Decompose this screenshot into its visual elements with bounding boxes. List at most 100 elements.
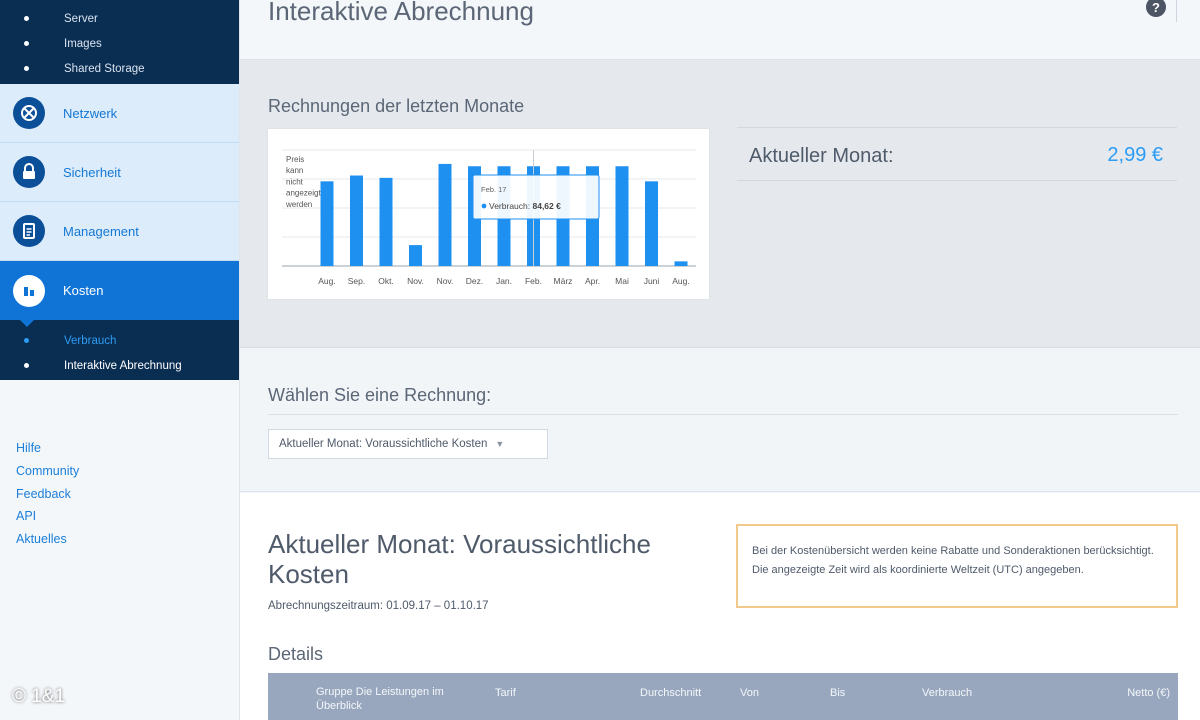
network-icon xyxy=(13,97,45,129)
server-submenu: Server Images Shared Storage xyxy=(0,0,239,84)
x-tick-label: Aug. xyxy=(318,276,336,286)
chart-bar xyxy=(379,177,393,266)
page-header: Interaktive Abrechnung ? xyxy=(240,0,1200,60)
tooltip-value: 84,62 € xyxy=(532,201,561,211)
caret-icon xyxy=(20,320,34,327)
submenu-label: Server xyxy=(64,12,98,25)
submenu-label: Images xyxy=(64,37,102,50)
sidebar-item-management[interactable]: Management xyxy=(0,202,239,261)
link-aktuelles[interactable]: Aktuelles xyxy=(16,528,79,551)
submenu-item-images[interactable]: Images xyxy=(0,31,239,56)
submenu-label: Interaktive Abrechnung xyxy=(64,359,182,372)
chart-bar xyxy=(615,166,629,266)
sidebar: Server Images Shared Storage Netzwerk Si… xyxy=(0,0,240,720)
chart-note-text: kann xyxy=(286,166,303,175)
x-tick-label: Jan. xyxy=(496,276,512,286)
page-title: Interaktive Abrechnung xyxy=(268,0,534,26)
chevron-down-icon: ▼ xyxy=(495,439,505,449)
chart-note-text: angezeigt xyxy=(286,189,321,198)
x-tick-label: Apr. xyxy=(585,276,600,286)
link-api[interactable]: API xyxy=(16,505,79,528)
tooltip-box xyxy=(472,174,600,220)
current-month-label: Aktueller Monat: xyxy=(749,145,894,167)
x-tick-label: Aug. xyxy=(672,276,690,286)
current-month-value: 2,99 € xyxy=(1107,144,1163,166)
column-header-tarif[interactable]: Tarif xyxy=(495,687,516,699)
help-icon[interactable]: ? xyxy=(1146,0,1166,17)
bullet-icon xyxy=(24,338,29,343)
x-tick-label: Nov. xyxy=(407,276,424,286)
invoice-select[interactable]: Aktueller Monat: Voraussichtliche Kosten… xyxy=(268,429,548,459)
sidebar-item-netzwerk[interactable]: Netzwerk xyxy=(0,84,239,143)
invoice-select-section: Wählen Sie eine Rechnung: Aktueller Mona… xyxy=(240,349,1200,492)
invoice-select-heading: Wählen Sie eine Rechnung: xyxy=(268,385,492,405)
bar-chart: Preis kann nicht angezeigt werden Aug. Sep. Okt… xyxy=(282,149,696,286)
link-feedback[interactable]: Feedback xyxy=(16,483,79,506)
sidebar-item-sicherheit[interactable]: Sicherheit xyxy=(0,143,239,202)
sidebar-item-label: Kosten xyxy=(63,283,104,298)
clipboard-icon xyxy=(13,215,45,247)
submenu-label: Shared Storage xyxy=(64,62,145,75)
details-table-header: Gruppe Die Leistungen im Überblick Tarif… xyxy=(268,673,1178,720)
link-community[interactable]: Community xyxy=(16,460,79,483)
submenu-item-verbrauch[interactable]: Verbrauch xyxy=(0,328,239,353)
chart-bar xyxy=(350,175,363,266)
x-tick-label: Juni xyxy=(644,276,660,286)
tooltip-series: Verbrauch: 84,62 € xyxy=(489,201,561,211)
bullet-icon xyxy=(24,66,29,71)
divider xyxy=(1176,0,1177,22)
x-tick-label: Feb. xyxy=(525,276,542,286)
chart-heading: Rechnungen der letzten Monate xyxy=(268,96,525,116)
chart-note-text: Preis xyxy=(286,155,304,164)
info-notice: Bei der Kostenübersicht werden keine Rab… xyxy=(736,524,1178,608)
sidebar-item-label: Sicherheit xyxy=(63,164,121,180)
x-tick-label: März xyxy=(554,276,573,286)
footer-links: Hilfe Community Feedback API Aktuelles xyxy=(16,437,79,551)
column-header-gruppe[interactable]: Gruppe Die Leistungen im Überblick xyxy=(316,685,476,713)
column-header-bis[interactable]: Bis xyxy=(830,687,845,699)
costs-icon xyxy=(13,274,45,307)
chart-bar xyxy=(409,245,422,266)
column-header-durchschnitt[interactable]: Durchschnitt xyxy=(640,687,701,699)
chart-note-text: werden xyxy=(285,200,312,209)
main-content: Interaktive Abrechnung ? Rechnungen der … xyxy=(240,0,1200,720)
x-tick-label: Nov. xyxy=(437,276,454,286)
x-tick-label: Dez. xyxy=(466,276,483,286)
column-header-netto[interactable]: Netto (€) xyxy=(1127,687,1170,699)
chart-card: Preis kann nicht angezeigt werden Aug. Sep. Okt… xyxy=(268,129,709,299)
bullet-icon xyxy=(24,41,29,46)
column-header-verbrauch[interactable]: Verbrauch xyxy=(922,687,972,699)
chart-bar xyxy=(438,163,452,266)
x-tick-label: Mai xyxy=(615,276,629,286)
chart-section: Rechnungen der letzten Monate Preis kann n… xyxy=(240,60,1200,348)
sidebar-item-label: Netzwerk xyxy=(63,105,118,121)
link-hilfe[interactable]: Hilfe xyxy=(16,437,79,460)
details-heading: Details xyxy=(268,644,324,664)
submenu-item-interaktive-abrechnung[interactable]: Interaktive Abrechnung xyxy=(0,353,239,378)
chart-note-text: nicht xyxy=(286,177,304,186)
invoice-select-value: Aktueller Monat: Voraussichtliche Kosten xyxy=(279,438,488,450)
current-month-summary: Aktueller Monat: 2,99 € xyxy=(737,127,1177,181)
submenu-label: Verbrauch xyxy=(64,334,117,347)
x-tick-label: Sep. xyxy=(348,276,366,286)
sidebar-item-label: Management xyxy=(63,223,139,239)
chart-bar xyxy=(320,181,334,266)
divider xyxy=(268,414,1178,415)
invoice-title: Aktueller Monat: Voraussichtliche Kosten xyxy=(268,529,651,589)
chart-bar xyxy=(645,181,658,266)
tooltip-bullet-icon xyxy=(481,203,487,209)
lock-icon xyxy=(13,156,45,188)
chart-bar xyxy=(674,261,688,266)
submenu-item-server[interactable]: Server xyxy=(0,6,239,31)
copyright-watermark: © 1&1 xyxy=(12,686,66,707)
x-tick-label: Okt. xyxy=(378,276,394,286)
sidebar-item-kosten[interactable]: Kosten xyxy=(0,261,239,320)
submenu-item-shared-storage[interactable]: Shared Storage xyxy=(0,56,239,81)
bullet-icon xyxy=(24,16,29,21)
column-header-von[interactable]: Von xyxy=(740,687,759,699)
bullet-icon xyxy=(24,363,29,368)
details-section: Aktueller Monat: Voraussichtliche Kosten… xyxy=(240,493,1200,720)
tooltip-title: Feb. 17 xyxy=(481,185,506,194)
kosten-submenu: Verbrauch Interaktive Abrechnung xyxy=(0,320,239,380)
billing-period: Abrechnungszeitraum: 01.09.17 – 01.10.17 xyxy=(268,600,489,612)
